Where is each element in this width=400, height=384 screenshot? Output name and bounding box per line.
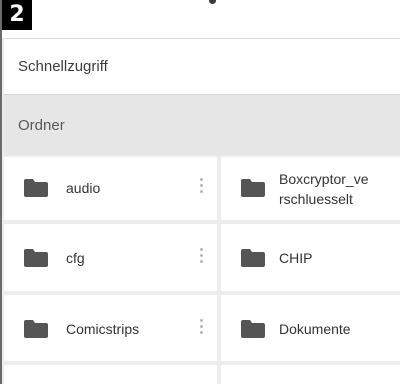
more-options-icon[interactable] — [196, 319, 206, 339]
more-options-icon[interactable] — [196, 178, 206, 198]
folders-section-label: Ordner — [18, 116, 65, 134]
folder-tile-dokumente[interactable]: Dokumente — [221, 295, 400, 361]
file-manager-screen: 2 Schnellzugriff Ordner audio Boxcryptor… — [0, 0, 400, 384]
more-options-icon[interactable] — [196, 248, 206, 268]
folder-tile-boxcryptor[interactable]: Boxcryptor_ve rschluesselt — [221, 157, 400, 220]
folder-icon — [24, 179, 48, 197]
quick-access-label: Schnellzugriff — [18, 58, 108, 75]
status-indicator-dot — [209, 0, 216, 4]
folder-tile-comicstrips[interactable]: Comicstrips — [4, 295, 217, 361]
folder-tile-chip[interactable]: CHIP — [221, 224, 400, 291]
folder-name: CHIP — [279, 250, 313, 266]
folder-name-line1: Boxcryptor_ve — [279, 171, 369, 187]
folder-tile-audio[interactable]: audio — [4, 157, 217, 220]
folder-name-line2: rschluesselt — [279, 191, 353, 207]
folder-icon — [241, 179, 265, 197]
folder-icon — [241, 320, 265, 338]
folder-icon — [24, 249, 48, 267]
quick-access-section[interactable]: Schnellzugriff — [4, 39, 400, 94]
folder-name: audio — [66, 180, 101, 196]
folder-icon — [241, 249, 265, 267]
folder-name: cfg — [66, 250, 85, 266]
folder-tile-partial[interactable] — [221, 365, 400, 384]
folder-icon — [24, 320, 48, 338]
folder-tile-cfg[interactable]: cfg — [4, 224, 217, 291]
folder-name: Comicstrips — [66, 321, 140, 337]
top-bar — [2, 0, 400, 38]
step-badge: 2 — [2, 0, 32, 30]
folders-section-header: Ordner — [4, 95, 400, 155]
folder-tile-partial[interactable] — [4, 365, 217, 384]
folder-name: Dokumente — [279, 321, 351, 337]
